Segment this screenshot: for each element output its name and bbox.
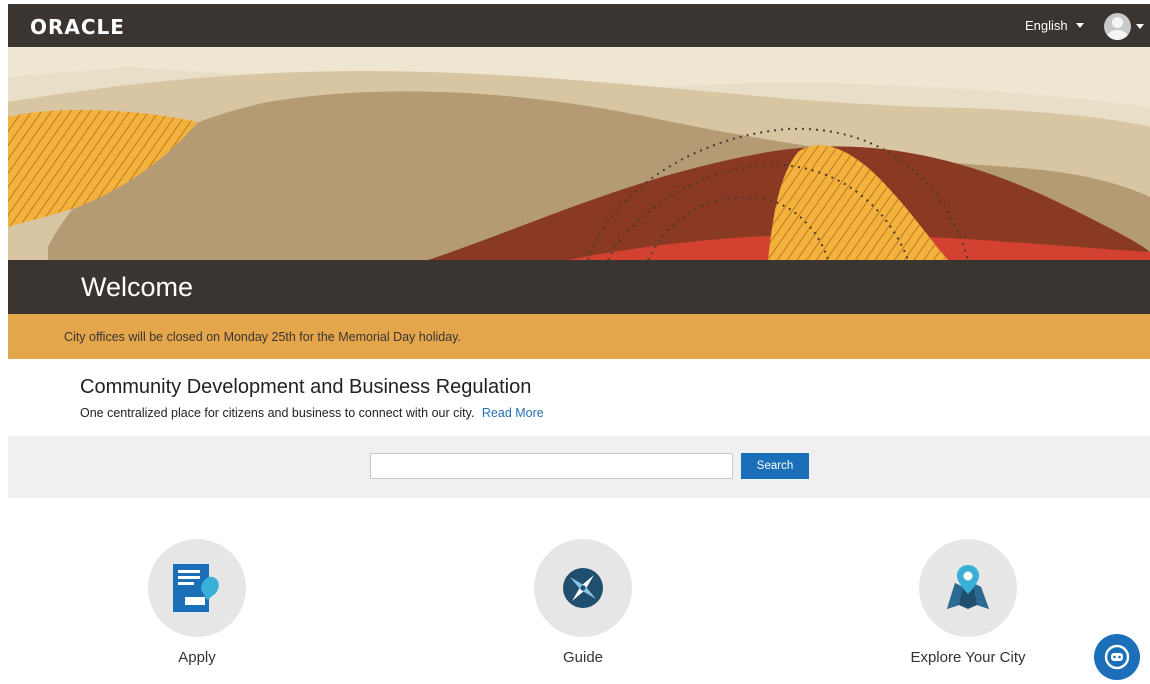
read-more-link[interactable]: Read More <box>482 406 544 420</box>
tile-circle <box>148 539 246 637</box>
chevron-down-icon <box>1136 24 1144 29</box>
tile-label: Apply <box>178 649 216 666</box>
hero-banner <box>8 47 1150 260</box>
search-bar: Search <box>8 436 1150 498</box>
page: ORACLE English Welcome City offices will… <box>0 0 1150 684</box>
page-title: Community Development and Business Regul… <box>80 376 532 398</box>
map-pin-icon <box>947 565 989 609</box>
welcome-band: Welcome <box>8 260 1150 314</box>
tile-explore-your-city[interactable]: Explore Your City <box>868 539 1068 666</box>
language-label: English <box>1025 18 1068 33</box>
chat-assistant-button[interactable] <box>1094 634 1140 680</box>
chevron-down-icon <box>1075 23 1084 28</box>
tile-guide[interactable]: Guide <box>483 539 683 666</box>
compass-icon <box>563 568 603 608</box>
user-menu[interactable] <box>1104 13 1144 40</box>
tile-circle <box>534 539 632 637</box>
welcome-heading: Welcome <box>81 272 194 302</box>
oracle-logo[interactable]: ORACLE <box>30 15 125 39</box>
page-subtitle: One centralized place for citizens and b… <box>80 406 544 420</box>
search-input[interactable] <box>370 453 733 479</box>
hero-illustration <box>8 47 1150 260</box>
tile-label: Explore Your City <box>910 649 1026 666</box>
notice-text: City offices will be closed on Monday 25… <box>64 330 461 344</box>
notice-banner: City offices will be closed on Monday 25… <box>8 314 1150 359</box>
tile-circle <box>919 539 1017 637</box>
avatar-icon <box>1104 13 1131 40</box>
search-button[interactable]: Search <box>741 453 809 479</box>
tile-label: Guide <box>562 649 604 666</box>
chat-bot-icon <box>1104 644 1130 670</box>
tile-apply[interactable]: Apply <box>97 539 297 666</box>
subtitle-text: One centralized place for citizens and b… <box>80 406 475 420</box>
apply-form-icon <box>173 564 219 612</box>
language-selector[interactable]: English <box>1025 18 1084 33</box>
top-bar: ORACLE English <box>8 4 1150 47</box>
